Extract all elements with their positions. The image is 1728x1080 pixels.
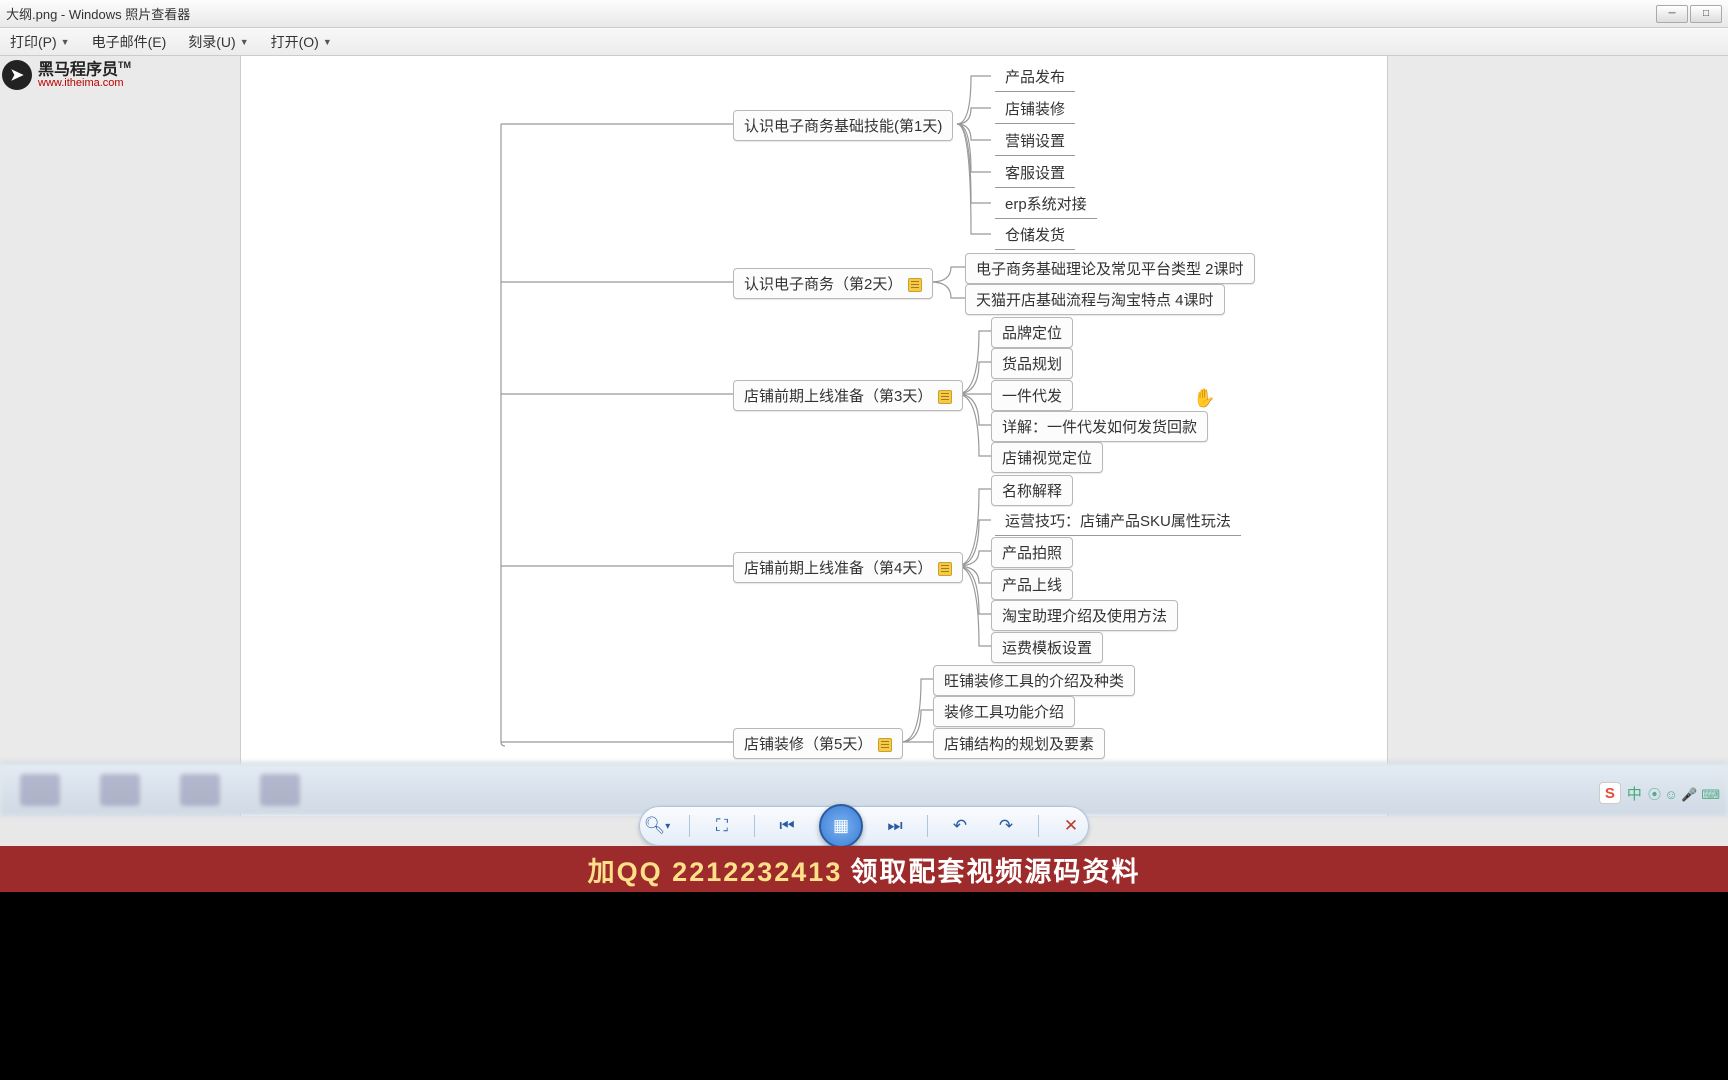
mindmap-leaf[interactable]: 产品上线 [991, 569, 1073, 600]
mindmap-leaf[interactable]: 名称解释 [991, 475, 1073, 506]
mindmap-leaf[interactable]: 运费模板设置 [991, 632, 1103, 663]
mindmap-leaf[interactable]: erp系统对接 [995, 189, 1097, 219]
note-icon [938, 562, 952, 576]
mindmap-leaf[interactable]: 店铺装修 [995, 94, 1075, 124]
window-titlebar: 大纲.png - Windows 照片查看器 ─ □ [0, 0, 1728, 28]
chevron-down-icon: ▼ [323, 37, 332, 47]
actual-size-button[interactable]: ⛶ [708, 812, 736, 840]
rotate-ccw-button[interactable]: ↶ [946, 812, 974, 840]
mindmap-leaf[interactable]: 装修工具功能介绍 [933, 696, 1075, 727]
menu-print[interactable]: 打印(P)▼ [10, 32, 70, 52]
mindmap-leaf[interactable]: 电子商务基础理论及常见平台类型 2课时 [965, 253, 1255, 284]
mindmap-leaf[interactable]: 店铺结构的规划及要素 [933, 728, 1105, 759]
mindmap-node-day5[interactable]: 店铺装修（第5天） [733, 728, 903, 759]
image-page: 认识电子商务基础技能(第1天) 产品发布 店铺装修 营销设置 客服设置 erp系… [240, 56, 1388, 816]
zoom-button[interactable]: 🔍︎▾ [643, 812, 671, 840]
note-icon [938, 390, 952, 404]
mindmap-leaf[interactable]: 天猫开店基础流程与淘宝特点 4课时 [965, 284, 1225, 315]
slideshow-button[interactable]: ▦ [819, 804, 863, 848]
logo-icon: ➤ [2, 60, 32, 90]
menu-email[interactable]: 电子邮件(E) [92, 32, 167, 52]
mindmap-node-day4[interactable]: 店铺前期上线准备（第4天） [733, 552, 963, 583]
mindmap-leaf[interactable]: 产品发布 [995, 62, 1075, 92]
next-button[interactable]: ⏭ [881, 812, 909, 840]
watermark-logo: ➤ 黑马程序员TM www.itheima.com [2, 60, 131, 90]
window-title: 大纲.png - Windows 照片查看器 [6, 4, 190, 23]
viewer-toolbar: 🔍︎▾ ⛶ ⏮ ▦ ⏭ ↶ ↷ ✕ [639, 806, 1089, 846]
note-icon [908, 278, 922, 292]
chevron-down-icon: ▼ [240, 37, 249, 47]
minimize-button[interactable]: ─ [1656, 5, 1688, 23]
sogou-icon: S [1599, 782, 1621, 804]
delete-button[interactable]: ✕ [1057, 812, 1085, 840]
mindmap-leaf[interactable]: 货品规划 [991, 348, 1073, 379]
mindmap-leaf[interactable]: 详解：一件代发如何发货回款 [991, 411, 1208, 442]
prev-button[interactable]: ⏮ [773, 812, 801, 840]
mindmap-leaf[interactable]: 仓储发货 [995, 220, 1075, 250]
mindmap-leaf[interactable]: 旺铺装修工具的介绍及种类 [933, 665, 1135, 696]
menubar: 打印(P)▼ 电子邮件(E) 刻录(U)▼ 打开(O)▼ [0, 28, 1728, 56]
mindmap-leaf[interactable]: 品牌定位 [991, 317, 1073, 348]
cursor-hand-icon: ✋ [1193, 388, 1215, 409]
promo-banner: 加QQ 2212232413 领取配套视频源码资料 [0, 846, 1728, 892]
maximize-button[interactable]: □ [1690, 5, 1722, 23]
chevron-down-icon: ▼ [61, 37, 70, 47]
mindmap-leaf[interactable]: 一件代发 [991, 380, 1073, 411]
photo-viewer-canvas: ➤ 黑马程序员TM www.itheima.com [0, 56, 1728, 816]
letterbox-bottom [0, 892, 1728, 1080]
note-icon [878, 738, 892, 752]
menu-burn[interactable]: 刻录(U)▼ [188, 32, 248, 52]
mindmap-leaf[interactable]: 产品拍照 [991, 537, 1073, 568]
mindmap-leaf[interactable]: 营销设置 [995, 126, 1075, 156]
ime-indicator[interactable]: S 中 ⦿ ☺ 🎤 ⌨ [1599, 782, 1720, 804]
mindmap-leaf[interactable]: 淘宝助理介绍及使用方法 [991, 600, 1178, 631]
rotate-cw-button[interactable]: ↷ [992, 812, 1020, 840]
mindmap-node-day2[interactable]: 认识电子商务（第2天） [733, 268, 933, 299]
mindmap-leaf[interactable]: 运营技巧：店铺产品SKU属性玩法 [995, 506, 1241, 536]
mindmap-leaf[interactable]: 客服设置 [995, 158, 1075, 188]
mindmap-leaf[interactable]: 店铺视觉定位 [991, 442, 1103, 473]
mindmap-node-day3[interactable]: 店铺前期上线准备（第3天） [733, 380, 963, 411]
menu-open[interactable]: 打开(O)▼ [271, 32, 332, 52]
mindmap-node-day1[interactable]: 认识电子商务基础技能(第1天) [733, 110, 953, 141]
